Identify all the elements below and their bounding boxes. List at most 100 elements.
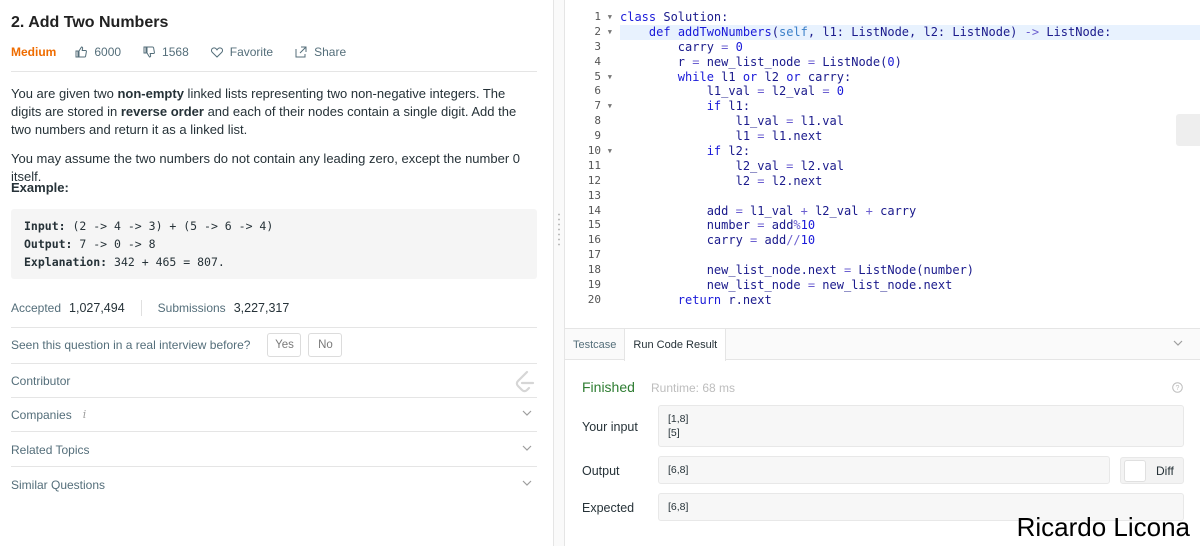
- code-line: l1_val = l1.val: [620, 114, 844, 129]
- line-number: 11: [587, 158, 601, 172]
- problem-title: 2. Add Two Numbers: [11, 14, 169, 31]
- code-line: if l2:: [706, 144, 751, 159]
- problem-panel: 2. Add Two Numbers Medium 6000 1568 Favo…: [0, 0, 554, 546]
- result-tabs: Testcase Run Code Result: [565, 329, 1200, 361]
- line-number: 2 ▼: [594, 24, 612, 40]
- code-line: if l1:: [706, 99, 751, 114]
- chevron-down-icon: [522, 410, 532, 416]
- contributor-label: Contributor: [11, 373, 71, 388]
- code-content[interactable]: class Solution: def addTwoNumbers(self, …: [620, 10, 1200, 308]
- no-button[interactable]: No: [308, 332, 343, 357]
- panel-resize-handle[interactable]: [554, 0, 564, 546]
- run-status: Finished: [582, 379, 635, 395]
- yes-button[interactable]: Yes: [267, 332, 302, 357]
- svg-text:?: ?: [1176, 385, 1180, 392]
- line-number: 19: [587, 278, 601, 292]
- line-number: 6: [594, 84, 601, 98]
- code-editor[interactable]: 1 ▼ 2 ▼ 3 4 5 ▼ 6 7 ▼ 8 9 10 ▼ 11 12 13 14 15 16 17 18 19 20 cla…: [564, 0, 1200, 328]
- tab-testcase[interactable]: Testcase: [565, 329, 624, 360]
- line-number: 14: [587, 203, 601, 217]
- line-number: 15: [587, 218, 601, 232]
- submission-stats: Accepted 1,027,494 Submissions 3,227,317: [11, 300, 289, 316]
- contributor-section[interactable]: Contributor: [11, 364, 537, 398]
- accepted-value: 1,027,494: [69, 301, 125, 315]
- fold-arrow-icon[interactable]: ▼: [608, 70, 612, 85]
- chevron-down-icon[interactable]: [1173, 340, 1183, 346]
- similar-questions-label: Similar Questions: [11, 478, 106, 492]
- line-number: 1 ▼: [594, 10, 612, 25]
- companies-label: Companies: [11, 407, 72, 422]
- interview-question-row: Seen this question in a real interview b…: [11, 332, 343, 357]
- input-line: [5]: [668, 427, 680, 439]
- drag-handle-icon: [558, 212, 560, 248]
- line-number: 16: [587, 233, 601, 247]
- code-line: new_list_node = new_list_node.next: [620, 278, 953, 293]
- runtime-text: Runtime: 68 ms: [651, 381, 736, 395]
- accepted-label: Accepted: [11, 301, 62, 315]
- share-button[interactable]: Share: [295, 45, 346, 59]
- info-icon: i: [82, 408, 87, 421]
- watermark-text: Ricardo Licona: [1016, 512, 1190, 542]
- related-topics-label: Related Topics: [11, 442, 90, 457]
- code-line: add = l1_val + l2_val + carry: [620, 203, 917, 218]
- line-number: 17: [587, 248, 601, 262]
- side-panel-tab[interactable]: [1176, 114, 1200, 146]
- code-line: r = new_list_node = ListNode(0): [620, 54, 902, 69]
- code-line: l2 = l2.next: [620, 173, 823, 188]
- expected-label: Expected: [582, 501, 635, 515]
- example-block: Input: (2 -> 4 -> 3) + (5 -> 6 -> 4) Out…: [11, 209, 537, 279]
- line-number: 12: [587, 173, 601, 187]
- chevron-down-icon: [522, 480, 532, 486]
- share-icon: [295, 46, 307, 58]
- code-line: return r.next: [677, 292, 772, 307]
- diff-label: Diff: [1156, 463, 1174, 478]
- problem-description: You are given two non-empty linked lists…: [11, 86, 517, 137]
- output-box: [6,8]: [658, 456, 1110, 484]
- fold-arrow-icon[interactable]: ▼: [608, 10, 612, 25]
- line-number: 3: [594, 39, 601, 53]
- favorite-button[interactable]: Favorite: [210, 45, 274, 59]
- similar-questions-section[interactable]: Similar Questions: [11, 468, 537, 502]
- problem-meta: Medium 6000 1568 Favorite Share: [11, 44, 368, 60]
- example-heading: Example:: [11, 180, 69, 195]
- line-number: 4: [594, 54, 601, 68]
- code-line: l1 = l1.next: [620, 129, 823, 144]
- line-number-gutter: 1 ▼ 2 ▼ 3 4 5 ▼ 6 7 ▼ 8 9 10 ▼ 11 12 13 14 15 16 17 18 19 20: [565, 10, 613, 308]
- difficulty-badge: Medium: [11, 45, 57, 59]
- like-button[interactable]: 6000: [75, 45, 121, 59]
- related-topics-section[interactable]: Related Topics: [11, 433, 537, 467]
- line-number: 10 ▼: [587, 144, 612, 159]
- heart-icon: [210, 46, 223, 58]
- stats-separator: [140, 300, 142, 316]
- code-line: l1_val = l2_val = 0: [620, 84, 845, 99]
- thumbs-up-icon: [75, 46, 88, 58]
- dislike-button[interactable]: 1568: [143, 45, 189, 59]
- diff-switch[interactable]: [1124, 459, 1146, 482]
- your-input-box: [1,8] [5]: [658, 405, 1184, 447]
- divider: [11, 71, 537, 72]
- line-number: 9: [594, 129, 601, 143]
- input-line: [1,8]: [668, 413, 689, 425]
- tab-run-code-result[interactable]: Run Code Result: [624, 329, 727, 361]
- companies-section[interactable]: Companies i: [11, 398, 537, 432]
- fold-arrow-icon[interactable]: ▼: [608, 144, 612, 159]
- dislike-count: 1568: [162, 45, 189, 59]
- fold-arrow-icon[interactable]: ▼: [608, 99, 612, 114]
- help-icon[interactable]: ?: [1172, 382, 1183, 393]
- leetcode-logo-icon: [515, 370, 535, 393]
- chevron-down-icon: [522, 445, 532, 451]
- diff-toggle[interactable]: Diff: [1120, 457, 1184, 484]
- code-line: new_list_node.next = ListNode(number): [620, 263, 975, 278]
- line-number: 13: [587, 188, 601, 202]
- code-line: carry = add//10: [620, 233, 816, 248]
- line-number: 7 ▼: [594, 99, 612, 114]
- favorite-label: Favorite: [229, 45, 274, 59]
- submissions-value: 3,227,317: [233, 301, 290, 315]
- fold-arrow-icon[interactable]: ▼: [608, 25, 612, 40]
- code-line: carry = 0: [620, 39, 743, 54]
- code-line: def addTwoNumbers(self, l1: ListNode, l2…: [620, 24, 1200, 40]
- code-line: number = add%10: [620, 218, 816, 233]
- divider: [11, 327, 537, 328]
